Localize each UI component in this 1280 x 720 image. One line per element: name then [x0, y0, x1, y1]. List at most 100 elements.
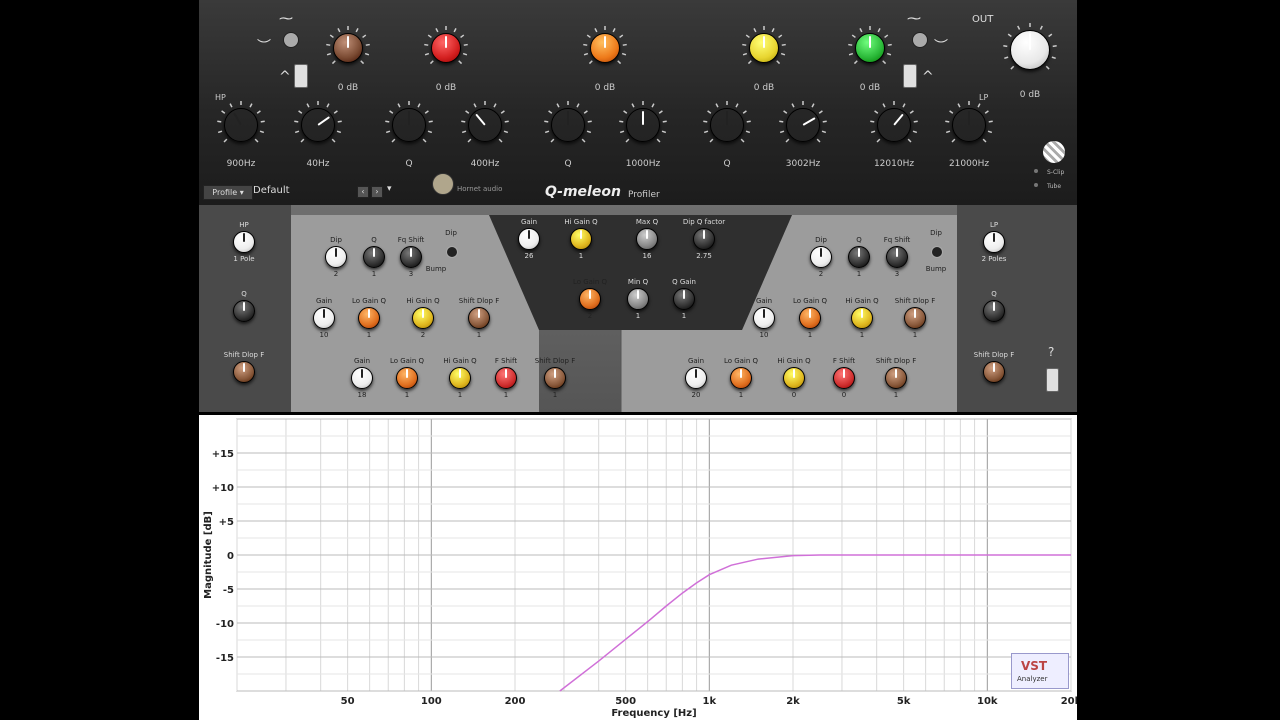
band1-shape-switch[interactable]	[283, 32, 299, 48]
knob-title: Gain	[687, 357, 705, 365]
x-tick-label: 20k	[1061, 696, 1077, 707]
bump-label: Bump	[425, 265, 447, 273]
output-gain-value: 0 dB	[1019, 90, 1041, 100]
right-row1-knob-2[interactable]	[886, 246, 908, 268]
right-row1-knob-0[interactable]	[810, 246, 832, 268]
bump-label: Bump	[925, 265, 947, 273]
top-knob-1[interactable]	[301, 108, 335, 142]
knob-value: 2	[420, 331, 426, 339]
right-row2-knob-3[interactable]	[904, 307, 926, 329]
top-knob-7[interactable]	[786, 108, 820, 142]
right-row3-knob-2[interactable]	[783, 367, 805, 389]
top-knob-label: 21000Hz	[948, 159, 990, 169]
mid-row1-knob-0[interactable]	[518, 228, 540, 250]
band2-gain-knob[interactable]	[431, 33, 461, 63]
left-row2-knob-1[interactable]	[358, 307, 380, 329]
profile-menu-button[interactable]: Profile ▾	[203, 185, 253, 200]
preset-prev-button[interactable]: ‹	[357, 186, 369, 198]
lp-poles-knob[interactable]	[983, 231, 1005, 253]
band3-gain-value: 0 dB	[594, 83, 616, 93]
knob-value: 1 Pole	[233, 255, 255, 263]
knob-title: Lo Gain Q	[351, 297, 387, 305]
band5-shape-switch[interactable]	[912, 32, 928, 48]
output-gain-knob[interactable]	[1010, 30, 1050, 70]
hp-poles-knob[interactable]	[233, 231, 255, 253]
top-knob-5[interactable]	[626, 108, 660, 142]
band4-gain-knob[interactable]	[749, 33, 779, 63]
lp-q-knob[interactable]	[983, 300, 1005, 322]
x-tick-label: 5k	[897, 696, 911, 707]
band5-enable-toggle[interactable]	[903, 64, 917, 88]
mid-row1-knob-1[interactable]	[570, 228, 592, 250]
help-icon[interactable]: ?	[1048, 345, 1054, 359]
right-row3-knob-3[interactable]	[833, 367, 855, 389]
knob-title: Shift Dlop F	[223, 351, 265, 359]
right-row2-knob-2[interactable]	[851, 307, 873, 329]
left-row1-knob-2[interactable]	[400, 246, 422, 268]
top-knob-label: 3002Hz	[785, 159, 821, 169]
knob-value: 10	[319, 331, 329, 339]
left-row3-knob-2[interactable]	[449, 367, 471, 389]
right-row3-knob-1[interactable]	[730, 367, 752, 389]
right-row3-knob-4[interactable]	[885, 367, 907, 389]
preset-next-button[interactable]: ›	[371, 186, 383, 198]
mid-row2-knob-0[interactable]	[579, 288, 601, 310]
knob-title: Q	[371, 236, 377, 244]
left-row1-knob-0[interactable]	[325, 246, 347, 268]
right-row3-knob-0[interactable]	[685, 367, 707, 389]
knob-value: 1	[366, 331, 372, 339]
top-knob-3[interactable]	[468, 108, 502, 142]
help-toggle[interactable]	[1046, 368, 1059, 392]
hp-q-knob[interactable]	[233, 300, 255, 322]
right-row1-knob-1[interactable]	[848, 246, 870, 268]
clip-mode-knob[interactable]	[1042, 140, 1066, 164]
knob-value: 1	[681, 312, 687, 320]
left-row3-knob-1[interactable]	[396, 367, 418, 389]
knob-title: Gain	[353, 357, 371, 365]
dip-bump-switch[interactable]	[446, 246, 458, 258]
left-row2-knob-2[interactable]	[412, 307, 434, 329]
band3-gain-knob[interactable]	[590, 33, 620, 63]
top-knob-9[interactable]	[952, 108, 986, 142]
left-row2-knob-0[interactable]	[313, 307, 335, 329]
right-row2-knob-1[interactable]	[799, 307, 821, 329]
tube-option[interactable]: Tube	[1047, 183, 1061, 190]
high-shelf-icon: ︶	[934, 39, 948, 55]
vst-analyzer-graph: 50 100 200 500 1k 2k 5k 10k 20k +15 +10 +5 0 -5 -10 -15…	[199, 415, 1077, 720]
top-knob-0[interactable]	[224, 108, 258, 142]
knob-value: 18	[357, 391, 367, 399]
knob-value: 1	[859, 331, 865, 339]
top-knob-6[interactable]	[710, 108, 744, 142]
right-row2-knob-0[interactable]	[753, 307, 775, 329]
knob-value: 2	[587, 312, 593, 320]
band1-gain-knob[interactable]	[333, 33, 363, 63]
hp-shift-knob[interactable]	[233, 361, 255, 383]
mid-row2-knob-1[interactable]	[627, 288, 649, 310]
left-row3-knob-0[interactable]	[351, 367, 373, 389]
top-knob-2[interactable]	[392, 108, 426, 142]
knob-title: Dip	[330, 236, 342, 244]
sclip-option[interactable]: S-Clip	[1047, 169, 1064, 176]
top-knob-8[interactable]	[877, 108, 911, 142]
brand-label: Hornet audio	[457, 185, 503, 193]
left-row3-knob-3[interactable]	[495, 367, 517, 389]
mid-row1-knob-3[interactable]	[693, 228, 715, 250]
top-knob-label: 12010Hz	[873, 159, 915, 169]
knob-title: Fq Shift	[397, 236, 425, 244]
mid-row2-knob-2[interactable]	[673, 288, 695, 310]
dip-bump-switch[interactable]	[931, 246, 943, 258]
plugin-subtitle: Profiler	[628, 190, 660, 200]
dip-label: Dip	[445, 229, 457, 237]
knob-value: 1	[503, 391, 509, 399]
left-row3-knob-4[interactable]	[544, 367, 566, 389]
hornet-logo-icon	[432, 173, 454, 195]
top-knob-4[interactable]	[551, 108, 585, 142]
lp-shift-knob[interactable]	[983, 361, 1005, 383]
knob-value: 1	[856, 270, 862, 278]
band1-enable-toggle[interactable]	[294, 64, 308, 88]
left-row1-knob-1[interactable]	[363, 246, 385, 268]
mid-row1-knob-2[interactable]	[636, 228, 658, 250]
left-row2-knob-3[interactable]	[468, 307, 490, 329]
preset-menu-icon[interactable]: ▾	[387, 184, 392, 194]
band5-gain-knob[interactable]	[855, 33, 885, 63]
